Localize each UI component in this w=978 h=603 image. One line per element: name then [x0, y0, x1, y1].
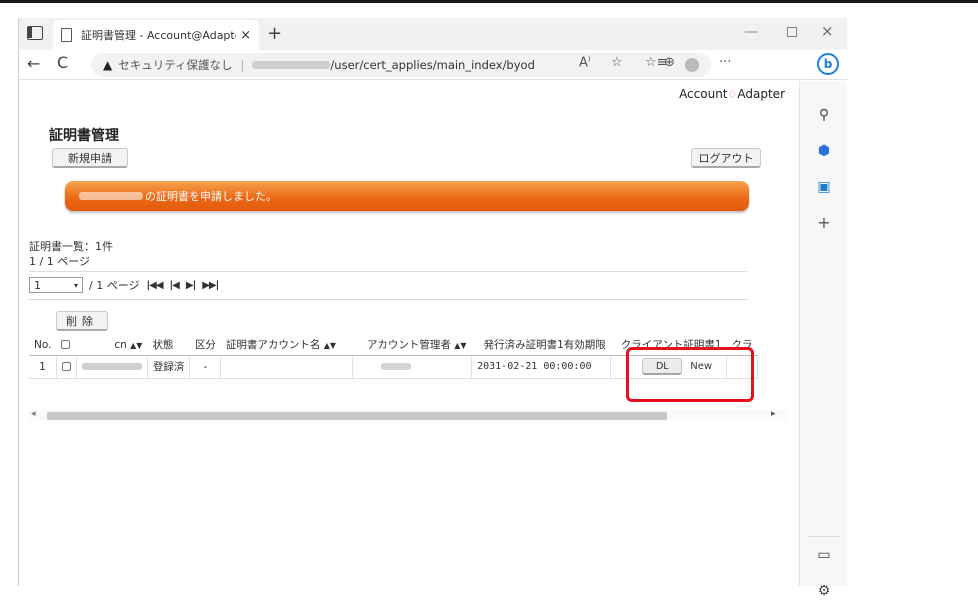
minimize-button[interactable]: —	[744, 24, 758, 40]
cell-cn	[76, 355, 148, 379]
edge-sidebar: ⚲ ⬢ ▣ + ▭ ⚙	[799, 81, 846, 599]
top-border	[0, 0, 978, 3]
cell-category: -	[189, 355, 222, 379]
logo-text-account: Account	[679, 87, 728, 101]
redacted-name	[79, 192, 143, 200]
divider	[29, 271, 747, 272]
chevron-down-icon: ▾	[73, 280, 78, 290]
scroll-right-arrow-icon[interactable]: ▸	[771, 409, 776, 419]
search-icon[interactable]: ⚲	[814, 107, 834, 127]
back-button[interactable]: ←	[27, 54, 40, 73]
certificate-count: 証明書一覧：1件	[29, 240, 113, 253]
logo-mark-icon: ♢	[727, 88, 738, 101]
sort-icon[interactable]: ▲▼	[130, 341, 142, 350]
screenshot-frame: 証明書管理 - Account@Adapter × + — × ← C ▲ セキ…	[0, 0, 978, 599]
pagination: 1 ▾ / 1 ページ |◀◀ |◀ ▶| ▶▶|	[29, 277, 219, 293]
header-cn-label: cn	[114, 338, 127, 351]
header-cert-account-name[interactable]: 証明書アカウント名 ▲▼	[220, 335, 353, 356]
page-select-value: 1	[34, 278, 41, 292]
shopping-icon[interactable]: ⬢	[814, 143, 834, 163]
cell-account-admin	[352, 355, 473, 379]
maximize-button[interactable]	[787, 27, 797, 37]
browser-tab[interactable]: 証明書管理 - Account@Adapter ×	[53, 20, 259, 50]
page-content: Account♢Adapter 証明書管理 新規申請 ログアウト の証明書を申請…	[19, 81, 797, 586]
cell-status: 登録済	[147, 355, 191, 379]
header-account-admin[interactable]: アカウント管理者 ▲▼	[352, 335, 472, 356]
row-checkbox[interactable]	[61, 362, 71, 371]
navigation-bar: ← C ▲ セキュリティ保護なし | /user/cert_applies/ma…	[19, 50, 847, 80]
close-window-button[interactable]: ×	[821, 22, 834, 40]
page-title: 証明書管理	[49, 128, 119, 144]
header-category: 区分	[189, 335, 221, 356]
page-select[interactable]: 1 ▾	[29, 277, 83, 293]
warning-icon[interactable]: ▲	[103, 58, 112, 72]
scrollbar-thumb[interactable]	[47, 412, 667, 420]
tab-close-icon[interactable]: ×	[240, 28, 251, 43]
notice-text: の証明書を申請しました。	[145, 190, 277, 203]
horizontal-scrollbar[interactable]: ◂ ▸	[29, 409, 787, 421]
header-cn[interactable]: cn ▲▼	[76, 335, 148, 356]
redacted-admin	[381, 363, 412, 370]
new-request-button[interactable]: 新規申請	[52, 148, 128, 168]
prev-page-icon[interactable]: |◀	[170, 280, 180, 291]
logout-button[interactable]: ログアウト	[691, 148, 761, 168]
divider	[29, 299, 747, 300]
outlook-icon[interactable]: ▣	[814, 179, 834, 199]
highlight-box	[626, 347, 754, 402]
profile-avatar[interactable]	[685, 58, 699, 72]
tab-title: 証明書管理 - Account@Adapter	[81, 29, 237, 42]
redacted-cn	[81, 363, 142, 370]
settings-icon[interactable]: ⚙	[814, 583, 834, 603]
scroll-left-arrow-icon[interactable]: ◂	[31, 409, 36, 419]
sidebar-divider	[808, 536, 840, 537]
account-adapter-logo: Account♢Adapter	[679, 87, 785, 101]
pager-total: / 1 ページ	[89, 279, 140, 292]
header-cert-account-name-label: 証明書アカウント名	[225, 339, 321, 352]
header-issued-expiry: 発行済み証明書1有効期限	[471, 335, 611, 356]
url-path: /user/cert_applies/main_index/byod	[330, 58, 535, 72]
url-separator: |	[240, 58, 245, 72]
collections-icon[interactable]: ⊕	[664, 55, 675, 70]
more-menu-icon[interactable]: ···	[719, 55, 731, 70]
new-tab-button[interactable]: +	[267, 23, 282, 44]
favorite-star-icon[interactable]: ☆	[611, 55, 623, 70]
redacted-host	[252, 61, 331, 69]
header-status: 状態	[147, 335, 190, 356]
tab-strip: 証明書管理 - Account@Adapter × + — ×	[19, 18, 847, 50]
add-sidebar-app-icon[interactable]: +	[814, 213, 834, 233]
tab-actions-icon[interactable]	[27, 26, 43, 40]
sort-icon[interactable]: ▲▼	[324, 341, 336, 350]
reload-button[interactable]: C	[57, 53, 68, 72]
first-page-icon[interactable]: |◀◀	[146, 280, 163, 291]
security-label[interactable]: セキュリティ保護なし	[118, 57, 232, 73]
header-select-all[interactable]	[56, 335, 77, 356]
sort-icon[interactable]: ▲▼	[454, 341, 466, 350]
cell-no: 1	[29, 355, 57, 379]
next-page-icon[interactable]: ▶|	[186, 280, 196, 291]
select-all-checkbox[interactable]	[61, 340, 71, 350]
cell-issued-expiry: 2031-02-21 00:00:00	[471, 355, 612, 379]
success-notice: の証明書を申請しました。	[65, 181, 749, 211]
cell-cert-account-name	[220, 355, 354, 379]
hide-sidebar-icon[interactable]: ▭	[814, 547, 834, 567]
read-aloud-icon[interactable]: A)	[579, 55, 591, 70]
last-page-icon[interactable]: ▶▶|	[202, 280, 219, 291]
delete-button[interactable]: 削除	[56, 311, 108, 331]
cell-checkbox[interactable]	[56, 355, 77, 379]
header-account-admin-label: アカウント管理者	[366, 339, 451, 352]
page-icon	[61, 28, 72, 42]
bing-chat-icon[interactable]: b	[817, 53, 839, 75]
browser-window: 証明書管理 - Account@Adapter × + — × ← C ▲ セキ…	[18, 18, 847, 599]
page-info: 1 / 1 ページ	[29, 255, 90, 268]
logo-text-adapter: Adapter	[737, 87, 785, 101]
header-no: No.	[29, 335, 57, 356]
